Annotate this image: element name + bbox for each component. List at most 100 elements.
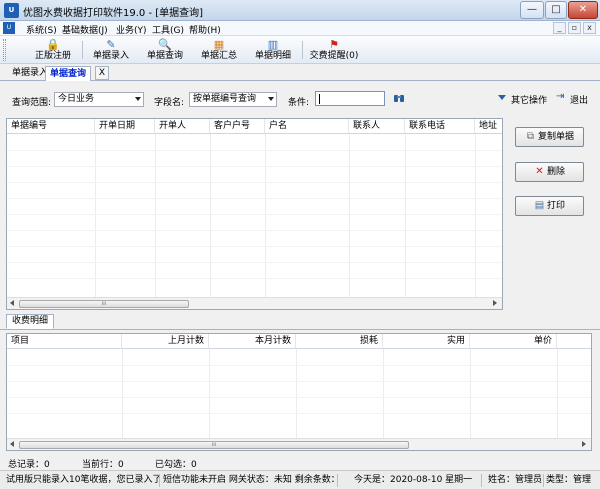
grid-column-line (405, 134, 406, 297)
delete-button[interactable]: ✕ 删除 (515, 162, 584, 182)
scrollbar-thumb[interactable]: ııı (19, 300, 189, 308)
range-label: 查询范围: (12, 98, 52, 108)
minimize-button[interactable]: — (520, 1, 544, 19)
grid-row-line (7, 413, 591, 414)
doc-summary-button[interactable]: ▦ 单据汇总 (194, 37, 244, 63)
exit-label: 退出 (570, 96, 589, 106)
grid-row-line (7, 166, 502, 167)
grid-row-line (7, 278, 502, 279)
doc-entry-button[interactable]: ✎ 单据录入 (86, 37, 136, 63)
column-header-loss[interactable]: 损耗 (296, 334, 383, 349)
documents-table[interactable]: 单据编号 开单日期 开单人 客户户号 户名 联系人 联系电话 地址 ııı (6, 118, 503, 310)
column-header-last-month[interactable]: 上月计数 (122, 334, 209, 349)
grid-column-line (470, 349, 471, 438)
scroll-left-arrow-icon[interactable] (10, 441, 14, 447)
column-header-this-month[interactable]: 本月计数 (209, 334, 296, 349)
column-header-account-name[interactable]: 户名 (265, 119, 349, 134)
delete-x-icon: ✕ (535, 166, 544, 177)
tab-doc-query[interactable]: 单据查询 (45, 66, 92, 82)
menu-system[interactable]: 系统(S) (26, 23, 57, 36)
toolbar-separator (302, 41, 303, 59)
toolbar-grip[interactable] (3, 39, 6, 61)
printer-icon: ▤ (534, 200, 545, 211)
grid-row-line (7, 198, 502, 199)
range-select-value: 今日业务 (58, 94, 95, 104)
column-header-phone[interactable]: 联系电话 (405, 119, 475, 134)
user-type: 类型：管理 (546, 475, 592, 485)
scrollbar-thumb[interactable]: ııı (19, 441, 409, 449)
grid-row-line (7, 397, 591, 398)
lock-icon: 🔒 (46, 38, 60, 51)
close-button[interactable]: ✕ (568, 1, 598, 19)
tab-strip-line (0, 329, 600, 330)
doc-query-button[interactable]: 🔍 单据查询 (140, 37, 190, 63)
grid-column-line (349, 134, 350, 297)
scroll-right-arrow-icon[interactable] (493, 300, 497, 306)
mdi-close-button[interactable]: x (583, 22, 596, 34)
doc-entry-label: 单据录入 (92, 51, 129, 61)
grip-icon: ııı (101, 300, 107, 307)
range-select[interactable]: 今日业务 (54, 92, 144, 107)
menu-basic-data[interactable]: 基础数据(J) (62, 23, 108, 36)
column-header-open-date[interactable]: 开单日期 (95, 119, 155, 134)
payment-reminder-label: 交费提醒(0) (309, 51, 359, 61)
dropdown-triangle-icon (498, 95, 506, 100)
column-header-doc-number[interactable]: 单据编号 (7, 119, 95, 134)
column-header-account-number[interactable]: 客户户号 (210, 119, 265, 134)
copy-document-label: 复制单据 (537, 132, 574, 142)
condition-input[interactable] (315, 91, 385, 106)
column-header-opener[interactable]: 开单人 (155, 119, 210, 134)
horizontal-scrollbar[interactable]: ııı (7, 297, 502, 309)
tab-fee-details[interactable]: 收费明细 (6, 314, 55, 329)
search-doc-icon: 🔍 (158, 38, 172, 51)
total-records: 总记录：0 (8, 460, 50, 470)
mdi-app-icon[interactable]: U (3, 22, 15, 34)
binoculars-search-button[interactable] (393, 92, 405, 104)
scroll-right-arrow-icon[interactable] (582, 441, 586, 447)
field-name-select-value: 按单据编号查询 (193, 94, 257, 104)
column-header-unit-price[interactable]: 单价 (470, 334, 557, 349)
detail-chart-icon: ▥ (267, 38, 279, 51)
toolbar: 🔒 正版注册 ✎ 单据录入 🔍 单据查询 ▦ 单据汇总 ▥ 单据明细 ⚑ 交费提… (0, 36, 600, 64)
grid-row-line (7, 150, 502, 151)
menu-business[interactable]: 业务(Y) (116, 23, 147, 36)
grid-row-line (7, 214, 502, 215)
other-operations-label: 其它操作 (511, 96, 548, 106)
current-row: 当前行：0 (82, 460, 124, 470)
grid-column-line (383, 349, 384, 438)
mdi-restore-button[interactable]: ▫ (568, 22, 581, 34)
grid-column-line (557, 349, 558, 438)
horizontal-scrollbar[interactable]: ııı (7, 438, 591, 450)
register-button[interactable]: 🔒 正版注册 (28, 37, 78, 63)
copy-document-button[interactable]: ⧉ 复制单据 (515, 127, 584, 147)
summary-chart-icon: ▦ (213, 38, 225, 51)
menu-help[interactable]: 帮助(H) (189, 23, 221, 36)
text-caret (319, 94, 320, 104)
scroll-left-arrow-icon[interactable] (10, 300, 14, 306)
mdi-minimize-button[interactable]: _ (553, 22, 566, 34)
column-header-address[interactable]: 地址 (475, 119, 502, 134)
copy-icon: ⧉ (526, 131, 535, 142)
column-header-actual-use[interactable]: 实用 (383, 334, 470, 349)
menu-tools[interactable]: 工具(G) (152, 23, 184, 36)
grid-column-line (209, 349, 210, 438)
print-button[interactable]: ▤ 打印 (515, 196, 584, 216)
condition-label: 条件: (288, 98, 310, 108)
fee-details-table[interactable]: 项目 上月计数 本月计数 损耗 实用 单价 ııı (6, 333, 592, 451)
doc-detail-button[interactable]: ▥ 单据明细 (248, 37, 298, 63)
column-header-contact[interactable]: 联系人 (349, 119, 405, 134)
tab-close-button[interactable]: X (95, 66, 109, 80)
user-name: 姓名：管理员 (488, 474, 544, 487)
grid-row-line (7, 365, 591, 366)
column-header-item[interactable]: 项目 (7, 334, 122, 349)
maximize-button[interactable]: □ (545, 1, 567, 19)
app-logo-icon: U (4, 3, 19, 18)
register-label: 正版注册 (34, 51, 71, 61)
field-name-select[interactable]: 按单据编号查询 (189, 92, 277, 107)
doc-query-label: 单据查询 (146, 51, 183, 61)
doc-detail-label: 单据明细 (254, 51, 291, 61)
delete-label: 删除 (546, 167, 565, 177)
grid-column-line (265, 134, 266, 297)
payment-reminder-button[interactable]: ⚑ 交费提醒(0) (306, 37, 362, 63)
column-header-blank (557, 334, 591, 349)
